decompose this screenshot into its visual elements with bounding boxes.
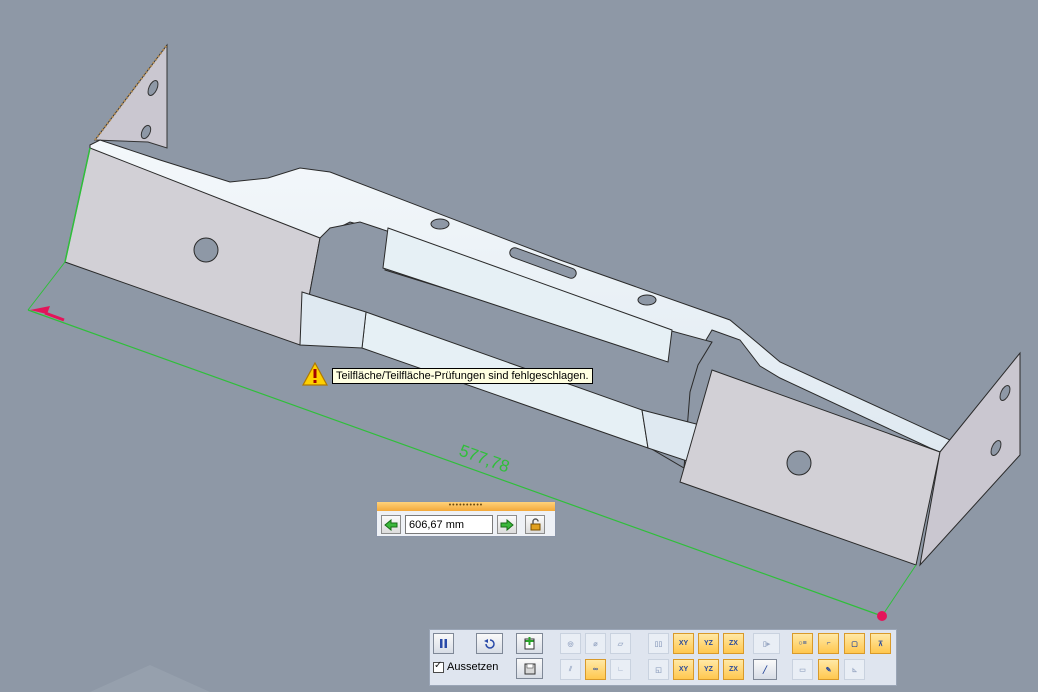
yz-label: YZ — [704, 640, 713, 647]
suspend-checkbox[interactable]: Aussetzen — [433, 660, 499, 673]
drag-handle-icon[interactable] — [877, 611, 887, 621]
extension-line — [881, 564, 917, 617]
warning-tooltip: Teilfläche/Teilfläche-Prüfungen sind feh… — [302, 362, 593, 386]
sheet-metal-part[interactable] — [64, 43, 1021, 567]
yz-label: YZ — [704, 666, 713, 673]
aligned-icon[interactable]: ◱ — [648, 659, 669, 680]
coplanar-icon[interactable]: ▱ — [610, 633, 631, 654]
previous-button[interactable] — [381, 515, 401, 534]
checkbox-checked-icon[interactable] — [433, 660, 444, 673]
symmetric-xy-icon[interactable]: XY — [673, 633, 694, 654]
xy-label: XY — [678, 640, 689, 647]
split-icon[interactable]: ⊼ — [870, 633, 891, 654]
equal-icon[interactable]: ∞ — [585, 659, 606, 680]
warning-text: Teilfläche/Teilfläche-Prüfungen sind feh… — [332, 368, 593, 384]
symmetric-icon[interactable]: ▯▯ — [648, 633, 669, 654]
xy-label: XY — [678, 666, 689, 673]
save-button[interactable] — [516, 658, 543, 679]
rectangle-icon[interactable]: ▭ — [792, 659, 813, 680]
dimension-value-input[interactable] — [405, 515, 493, 534]
next-button[interactable] — [497, 515, 517, 534]
add-document-icon — [524, 637, 535, 650]
hole — [637, 294, 657, 306]
aligned-yz-icon[interactable]: YZ — [698, 659, 719, 680]
concentric-icon[interactable]: ◎ — [560, 633, 581, 654]
aligned-zx-icon[interactable]: ZX — [723, 659, 744, 680]
edit-icon[interactable]: ✎ — [818, 659, 839, 680]
arrow-right-icon — [500, 518, 514, 531]
reset-button[interactable] — [476, 633, 503, 654]
extension-line — [27, 261, 66, 311]
lock-button[interactable] — [525, 515, 545, 534]
aligned-xy-icon[interactable]: XY — [673, 659, 694, 680]
lock-face-icon[interactable]: ▢ — [844, 633, 865, 654]
zx-label: ZX — [729, 640, 738, 647]
axis-icon[interactable]: ⊾ — [844, 659, 865, 680]
zx-label: ZX — [729, 666, 738, 673]
value-entry-box: •••••••••• — [376, 501, 556, 537]
suspend-label: Aussetzen — [447, 661, 499, 673]
undo-icon — [483, 638, 495, 649]
command-bar: Aussetzen ◎ ⌀ ▱ ⫽ ∞ ∟ ▯▯ XY YZ ZX ▯▸ ◱ X… — [429, 629, 897, 686]
dimension-value[interactable]: 577,78 — [457, 441, 512, 477]
warning-icon — [302, 362, 328, 386]
3d-viewport[interactable]: 577,78 — [0, 0, 1038, 692]
pause-icon — [440, 639, 447, 648]
parallel-icon[interactable]: ⫽ — [560, 659, 581, 680]
save-icon — [524, 663, 535, 674]
perpendicular-icon[interactable]: ∟ — [610, 659, 631, 680]
add-button[interactable] — [516, 633, 543, 654]
symmetric-zx-icon[interactable]: ZX — [723, 633, 744, 654]
options-icon[interactable]: ○≡ — [792, 633, 813, 654]
arrow-left-icon — [384, 518, 398, 531]
slash-icon[interactable]: ╱ — [753, 659, 777, 680]
grid-hint — [90, 665, 210, 692]
hole — [430, 218, 450, 230]
tangent-icon[interactable]: ⌀ — [585, 633, 606, 654]
symmetric-yz-icon[interactable]: YZ — [698, 633, 719, 654]
pause-button[interactable] — [433, 633, 454, 654]
drag-grip[interactable]: •••••••••• — [377, 502, 555, 511]
corner-icon[interactable]: ⌐ — [818, 633, 839, 654]
symmetric-more-icon[interactable]: ▯▸ — [753, 633, 780, 654]
lock-icon — [530, 518, 540, 531]
